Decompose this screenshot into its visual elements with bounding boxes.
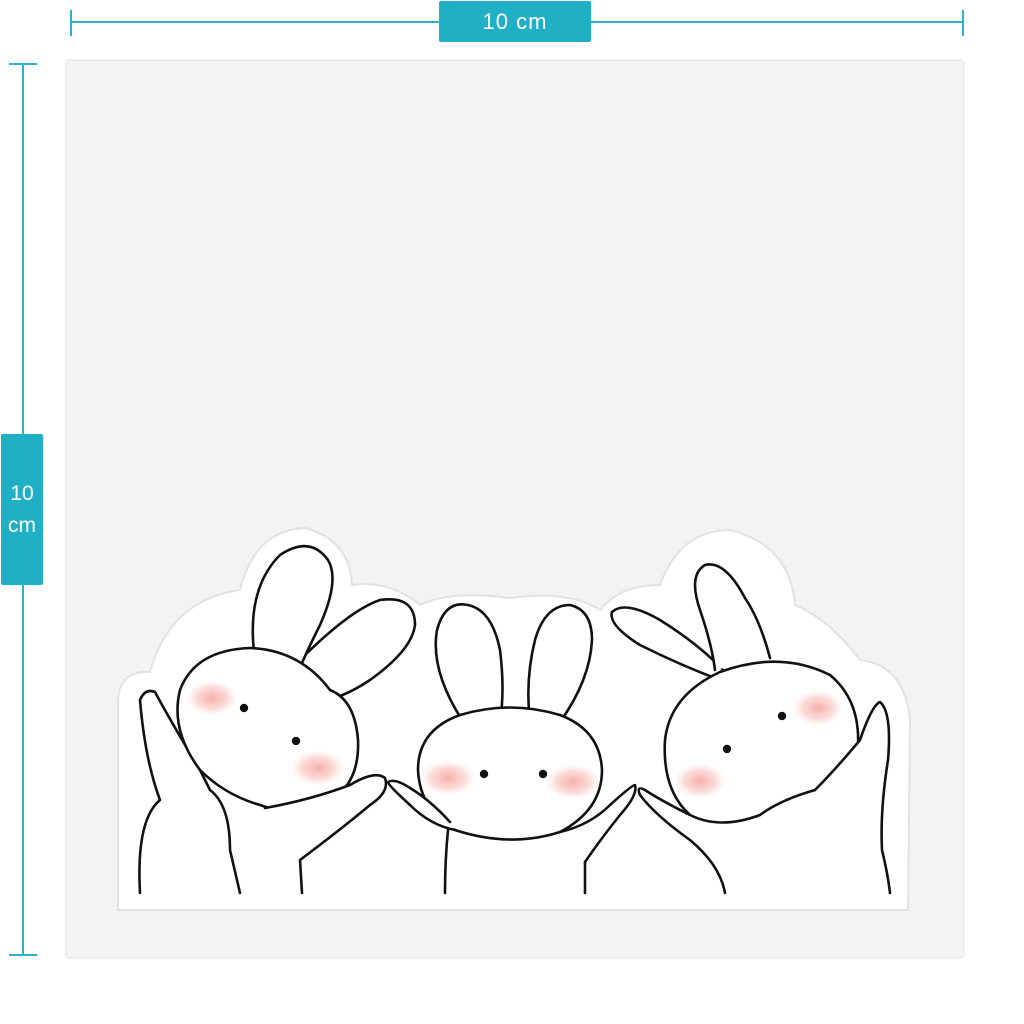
- blush-right-1: [792, 690, 844, 726]
- blush-left-2: [290, 750, 346, 786]
- bunnies-sticker: [117, 526, 912, 911]
- eye-right-1: [777, 711, 787, 721]
- blush-middle-2: [545, 764, 601, 800]
- blush-left-1: [186, 680, 238, 716]
- blush-right-2: [674, 763, 726, 799]
- eye-left-1: [239, 703, 249, 713]
- eye-left-2: [291, 736, 301, 746]
- eye-middle-1: [479, 769, 489, 779]
- eye-right-2: [722, 744, 732, 754]
- eye-middle-2: [538, 769, 548, 779]
- blush-middle-1: [420, 760, 476, 796]
- product-preview: 10 cm 10 cm: [0, 0, 1024, 1024]
